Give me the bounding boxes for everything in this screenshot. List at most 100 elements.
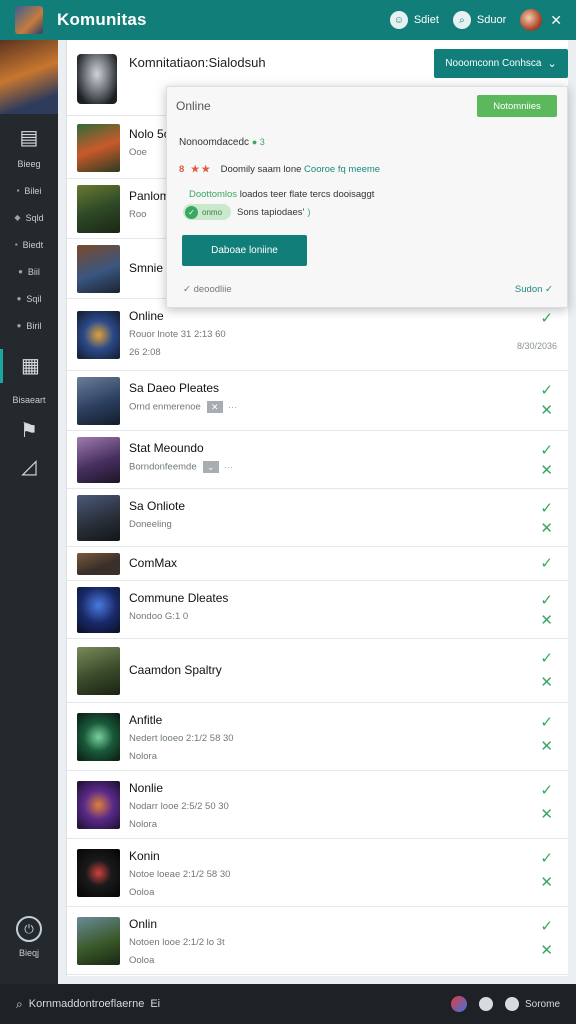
sidebar-bottom-label: Bieqj [18, 948, 39, 958]
accept-icon[interactable]: ✓ [540, 381, 553, 399]
sidebar-item-6[interactable]: ● Sqil [0, 285, 58, 312]
list-item[interactable]: Sa Daeo Pleates Ornd enmerenoe ✕ ··· ✓ ✕ [67, 371, 568, 431]
list-item[interactable]: Konin Notoe loeae 2:1/2 58 30 Ooloa ✓ ✕ [67, 839, 568, 907]
bottom-bar-text: Kornmaddontroeflaerne [28, 998, 145, 1010]
sidebar-banner [0, 40, 58, 114]
chevron-down-icon[interactable]: ⌄ [202, 461, 219, 473]
avatar [77, 713, 120, 761]
accept-icon[interactable]: ✓ [540, 713, 553, 731]
popup-line-1-marks: ● 3 [251, 137, 265, 147]
accept-icon[interactable]: ✓ [540, 309, 553, 327]
top-action-1[interactable]: ☺ Sdiet [389, 11, 439, 29]
sidebar-doc[interactable]: ▤ [0, 126, 58, 150]
list-item[interactable]: Nonlie Nodarr looe 2:5/2 50 30 Nolora ✓ ✕ [67, 771, 568, 839]
decline-icon[interactable]: ✕ [540, 873, 553, 891]
app-title: Komunitas [57, 10, 147, 29]
decline-icon[interactable]: ✕ [540, 673, 553, 691]
sidebar-item-5[interactable]: ● Biil [0, 258, 58, 285]
search-icon: ⌕ [452, 11, 471, 29]
popup-line-3-text: loados teer flate tercs dooisaggt [239, 189, 375, 200]
top-action-2[interactable]: ⌕ Sduor [452, 11, 507, 29]
popup-footer-right[interactable]: Sudon ✓ [515, 284, 553, 295]
sidebar: ▤ Bieeg ▪ Bilei ◆ Sqld ▪ Biedt ● Biil ● Sqil … [0, 40, 58, 984]
list-item-subtitle: Nondoo G:1 0 [129, 611, 189, 622]
accept-icon[interactable]: ✓ [540, 917, 553, 935]
list-item-meta: Ooloa [129, 887, 155, 898]
remove-icon[interactable]: ✕ [206, 401, 223, 413]
search-icon[interactable]: ⌕ [16, 997, 23, 1012]
list-item-subtitle: Notoen looe 2:1/2 lo 3t [129, 937, 225, 948]
list-item-title: Stat Meoundo [129, 441, 204, 455]
popup-toggle[interactable]: ✓ onmo [183, 204, 231, 220]
popup-footer-left[interactable]: ✓ deoodliie [183, 284, 232, 295]
list-item-title: Sa Onliote [129, 499, 186, 513]
power-icon: ⏻ [16, 916, 42, 942]
flag-icon: ⚑ [20, 420, 38, 442]
accept-icon[interactable]: ✓ [540, 591, 553, 609]
accept-icon[interactable]: ✓ [540, 781, 553, 799]
popup-line-2-link[interactable]: Cooroe fq meeme [304, 164, 380, 175]
list-item-subtitle: Doneeling [129, 519, 172, 530]
list-item[interactable]: Caamdon Spaltry ✓ ✕ [67, 639, 568, 703]
shield-icon[interactable] [504, 997, 519, 1011]
list-item-title: Caamdon Spaltry [129, 663, 222, 677]
sidebar-item-3[interactable]: ◆ Sqld [0, 204, 58, 231]
sidebar-item-4-label: Biedt [22, 239, 44, 250]
settings-icon[interactable] [478, 997, 493, 1011]
sidebar-flag[interactable]: ⚑ [0, 419, 58, 443]
avatar [77, 849, 120, 897]
popup-primary-button[interactable]: Daboae loniine [182, 235, 307, 266]
sidebar-item-2[interactable]: ▪ Bilei [0, 177, 58, 204]
popup-line-1: Nonoomdacedc ● 3 [179, 137, 265, 148]
sidebar-stats[interactable]: ◿ [0, 455, 58, 479]
accept-icon[interactable]: ✓ [540, 441, 553, 459]
list-item[interactable]: Commune Dleates Nondoo G:1 0 ✓ ✕ [67, 581, 568, 639]
sidebar-item-6-label: Sqil [26, 293, 42, 304]
user-avatar[interactable] [520, 9, 543, 31]
sidebar-item-1[interactable]: Bieeg [0, 150, 58, 177]
check-icon: ✓ [185, 205, 198, 219]
sidebar-item-7-label: Biril [26, 320, 42, 331]
accept-icon[interactable]: ✓ [540, 649, 553, 667]
sidebar-item-7[interactable]: ● Biril [0, 312, 58, 339]
bullet-icon: ▪ [16, 186, 20, 195]
decline-icon[interactable]: ✕ [540, 611, 553, 629]
list-item[interactable]: Stat Meoundo Borndonfeemde ⌄ ··· ✓ ✕ [67, 431, 568, 489]
sidebar-item-labeled[interactable]: Bisaeart [0, 395, 58, 405]
list-item[interactable]: Onlin Notoen looe 2:1/2 lo 3t Ooloa ✓ ✕ [67, 907, 568, 975]
popup-line-2: 8 ★★ Doomily saam lone Cooroe fq meeme [179, 164, 380, 175]
header-dropdown-button[interactable]: Nooomconn Conhsca ⌄ [434, 49, 568, 78]
more-icon[interactable]: ··· [224, 462, 234, 473]
close-icon[interactable]: ✕ [550, 12, 562, 29]
popup-line-4-mark: ) [307, 206, 311, 218]
accept-icon[interactable]: ✓ [540, 499, 553, 517]
decline-icon[interactable]: ✕ [540, 941, 553, 959]
decline-icon[interactable]: ✕ [540, 461, 553, 479]
accept-icon[interactable]: ✓ [540, 554, 553, 572]
list-item[interactable]: ComMax ✓ [67, 547, 568, 581]
top-action-2-label: Sduor [476, 14, 507, 26]
decline-icon[interactable]: ✕ [540, 519, 553, 537]
app-badge-icon[interactable] [450, 996, 467, 1012]
decline-icon[interactable]: ✕ [540, 401, 553, 419]
list-item-meta: Ooloa [129, 955, 155, 966]
list-item[interactable]: Online Rouor lnote 31 2:13 60 26 2:08 8/30/… [67, 299, 568, 371]
list-item-title: Panlom [129, 189, 170, 203]
decline-icon[interactable]: ✕ [540, 737, 553, 755]
bottom-bar: ⌕ Kornmaddontroeflaerne Ei Sorome [0, 984, 576, 1024]
avatar [77, 311, 120, 359]
more-icon[interactable]: ··· [228, 402, 238, 413]
sidebar-item-4[interactable]: ▪ Biedt [0, 231, 58, 258]
list-item[interactable]: Sa Onliote Doneeling ✓ ✕ [67, 489, 568, 547]
decline-icon[interactable]: ✕ [540, 805, 553, 823]
document-icon: ▤ [19, 127, 39, 149]
popup-line-4: ✓ onmo Sons tapiodaes' ) [183, 204, 310, 220]
sidebar-bottom[interactable]: ⏻ Bieqj [0, 916, 58, 958]
top-actions: ☺ Sdiet ⌕ Sduor ✕ [376, 9, 562, 31]
accept-icon[interactable]: ✓ [540, 849, 553, 867]
popup-pill-button[interactable]: Notomniies [477, 95, 557, 117]
list-item-subtitle: Roo [129, 209, 147, 220]
sidebar-item-active[interactable]: ▦ [0, 349, 58, 383]
list-item-subtitle: Ooe [129, 147, 147, 158]
list-item[interactable]: Anfitle Nedert looeo 2:1/2 58 30 Nolora ✓ ✕ [67, 703, 568, 771]
